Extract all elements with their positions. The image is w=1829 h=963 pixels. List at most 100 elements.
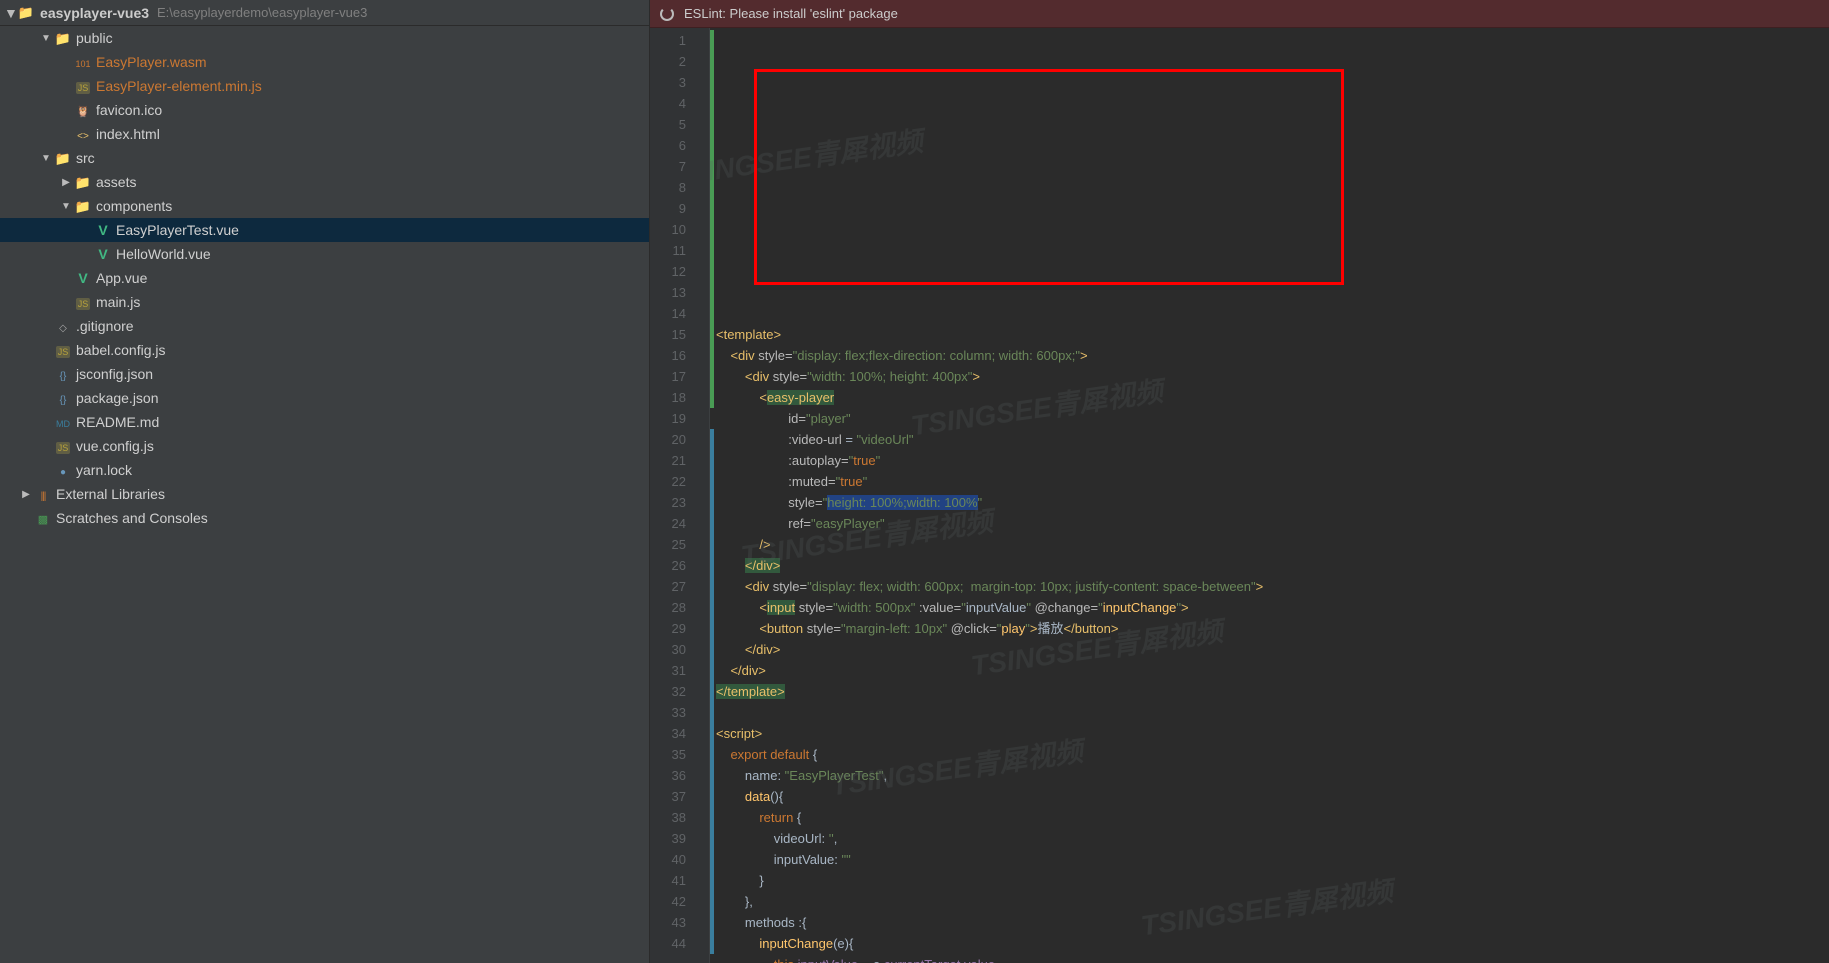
line-number[interactable]: 20 (650, 429, 696, 450)
line-number[interactable]: 11 (650, 240, 696, 261)
line-number[interactable]: 15 (650, 324, 696, 345)
code-line[interactable]: <input style="width: 500px" :value="inpu… (710, 597, 1829, 618)
tree-row[interactable]: ▼public (0, 26, 649, 50)
code-line[interactable]: return { (710, 807, 1829, 828)
line-number[interactable]: 38 (650, 807, 696, 828)
tree-row[interactable]: EasyPlayer-element.min.js (0, 74, 649, 98)
line-number[interactable]: 14 (650, 303, 696, 324)
line-number[interactable]: 35 (650, 744, 696, 765)
tree-row[interactable]: README.md (0, 410, 649, 434)
chevron-right-icon[interactable]: ▶ (58, 177, 74, 188)
line-number[interactable]: 31 (650, 660, 696, 681)
tree-row[interactable]: EasyPlayer.wasm (0, 50, 649, 74)
line-number[interactable]: 28 (650, 597, 696, 618)
code-line[interactable]: name: "EasyPlayerTest", (710, 765, 1829, 786)
line-number[interactable]: 9 (650, 198, 696, 219)
tree-row[interactable]: HelloWorld.vue (0, 242, 649, 266)
line-number[interactable]: 13 (650, 282, 696, 303)
tree-row[interactable]: ▶External Libraries (0, 482, 649, 506)
line-number[interactable]: 10 (650, 219, 696, 240)
code-line[interactable]: this.inputValue = e.currentTarget.value (710, 954, 1829, 963)
line-number[interactable]: 26 (650, 555, 696, 576)
code-line[interactable]: </template> (710, 681, 1829, 702)
tree-row[interactable]: index.html (0, 122, 649, 146)
code-line[interactable] (710, 702, 1829, 723)
code-line[interactable]: <button style="margin-left: 10px" @click… (710, 618, 1829, 639)
line-number[interactable]: 4 (650, 93, 696, 114)
line-number[interactable]: 24 (650, 513, 696, 534)
fold-column[interactable] (696, 28, 710, 963)
code-line[interactable]: style="height: 100%;width: 100%" (710, 492, 1829, 513)
tree-row[interactable]: .gitignore (0, 314, 649, 338)
code-line[interactable]: <div style="width: 100%; height: 400px"> (710, 366, 1829, 387)
chevron-down-icon[interactable]: ▼ (38, 33, 54, 44)
chevron-right-icon[interactable]: ▶ (18, 489, 34, 500)
line-number[interactable]: 30 (650, 639, 696, 660)
code-line[interactable]: data(){ (710, 786, 1829, 807)
code-line[interactable]: videoUrl: '', (710, 828, 1829, 849)
line-number[interactable]: 22 (650, 471, 696, 492)
eslint-warning-banner[interactable]: ESLint: Please install 'eslint' package (650, 0, 1829, 28)
line-number[interactable]: 7 (650, 156, 696, 177)
line-number[interactable]: 23 (650, 492, 696, 513)
code-line[interactable]: <template> (710, 324, 1829, 345)
chevron-down-icon[interactable]: ▼ (38, 153, 54, 164)
code-line[interactable]: methods :{ (710, 912, 1829, 933)
line-number[interactable]: 21 (650, 450, 696, 471)
tree-row[interactable]: yarn.lock (0, 458, 649, 482)
code-line[interactable]: </div> (710, 555, 1829, 576)
line-number[interactable]: 34 (650, 723, 696, 744)
code-line[interactable]: ref="easyPlayer" (710, 513, 1829, 534)
tree-row[interactable]: main.js (0, 290, 649, 314)
project-tree-header[interactable]: ▼ easyplayer-vue3 E:\easyplayerdemo\easy… (0, 0, 649, 26)
line-number[interactable]: 16 (650, 345, 696, 366)
line-number[interactable]: 6 (650, 135, 696, 156)
line-number[interactable]: 39 (650, 828, 696, 849)
line-number[interactable]: 19 (650, 408, 696, 429)
line-number[interactable]: 33 (650, 702, 696, 723)
line-number[interactable]: 25 (650, 534, 696, 555)
code-line[interactable]: :muted="true" (710, 471, 1829, 492)
tree-row[interactable]: ▶assets (0, 170, 649, 194)
line-number[interactable]: 40 (650, 849, 696, 870)
line-number[interactable]: 1 (650, 30, 696, 51)
tree-row[interactable]: vue.config.js (0, 434, 649, 458)
line-number-gutter[interactable]: 1234567891011121314151617181920212223242… (650, 28, 696, 963)
line-number[interactable]: 18 (650, 387, 696, 408)
tree-row[interactable]: favicon.ico (0, 98, 649, 122)
code-line[interactable]: /> (710, 534, 1829, 555)
tree-row[interactable]: package.json (0, 386, 649, 410)
line-number[interactable]: 2 (650, 51, 696, 72)
line-number[interactable]: 12 (650, 261, 696, 282)
code-line[interactable]: id="player" (710, 408, 1829, 429)
tree-row[interactable]: ▼src (0, 146, 649, 170)
code-line[interactable]: </div> (710, 639, 1829, 660)
code-line[interactable]: }, (710, 891, 1829, 912)
code-line[interactable]: </div> (710, 660, 1829, 681)
code-line[interactable]: <div style="display: flex; width: 600px;… (710, 576, 1829, 597)
code-area[interactable]: TSINGSEE青犀视频 TSINGSEE青犀视频 TSINGSEE青犀视频 T… (710, 28, 1829, 963)
line-number[interactable]: 41 (650, 870, 696, 891)
line-number[interactable]: 43 (650, 912, 696, 933)
tree-row[interactable]: EasyPlayerTest.vue (0, 218, 649, 242)
line-number[interactable]: 29 (650, 618, 696, 639)
line-number[interactable]: 3 (650, 72, 696, 93)
tree-row[interactable]: jsconfig.json (0, 362, 649, 386)
tree-row[interactable]: babel.config.js (0, 338, 649, 362)
tree-row[interactable]: App.vue (0, 266, 649, 290)
line-number[interactable]: 17 (650, 366, 696, 387)
code-line[interactable]: } (710, 870, 1829, 891)
line-number[interactable]: 32 (650, 681, 696, 702)
tree-row[interactable]: Scratches and Consoles (0, 506, 649, 530)
line-number[interactable]: 27 (650, 576, 696, 597)
line-number[interactable]: 8 (650, 177, 696, 198)
chevron-down-icon[interactable]: ▼ (4, 5, 18, 21)
code-line[interactable]: <script> (710, 723, 1829, 744)
code-line[interactable]: <div style="display: flex;flex-direction… (710, 345, 1829, 366)
code-line[interactable]: <easy-player (710, 387, 1829, 408)
code-line[interactable]: inputChange(e){ (710, 933, 1829, 954)
line-number[interactable]: 5 (650, 114, 696, 135)
project-tree-panel[interactable]: ▼ easyplayer-vue3 E:\easyplayerdemo\easy… (0, 0, 650, 963)
code-line[interactable]: :autoplay="true" (710, 450, 1829, 471)
line-number[interactable]: 36 (650, 765, 696, 786)
